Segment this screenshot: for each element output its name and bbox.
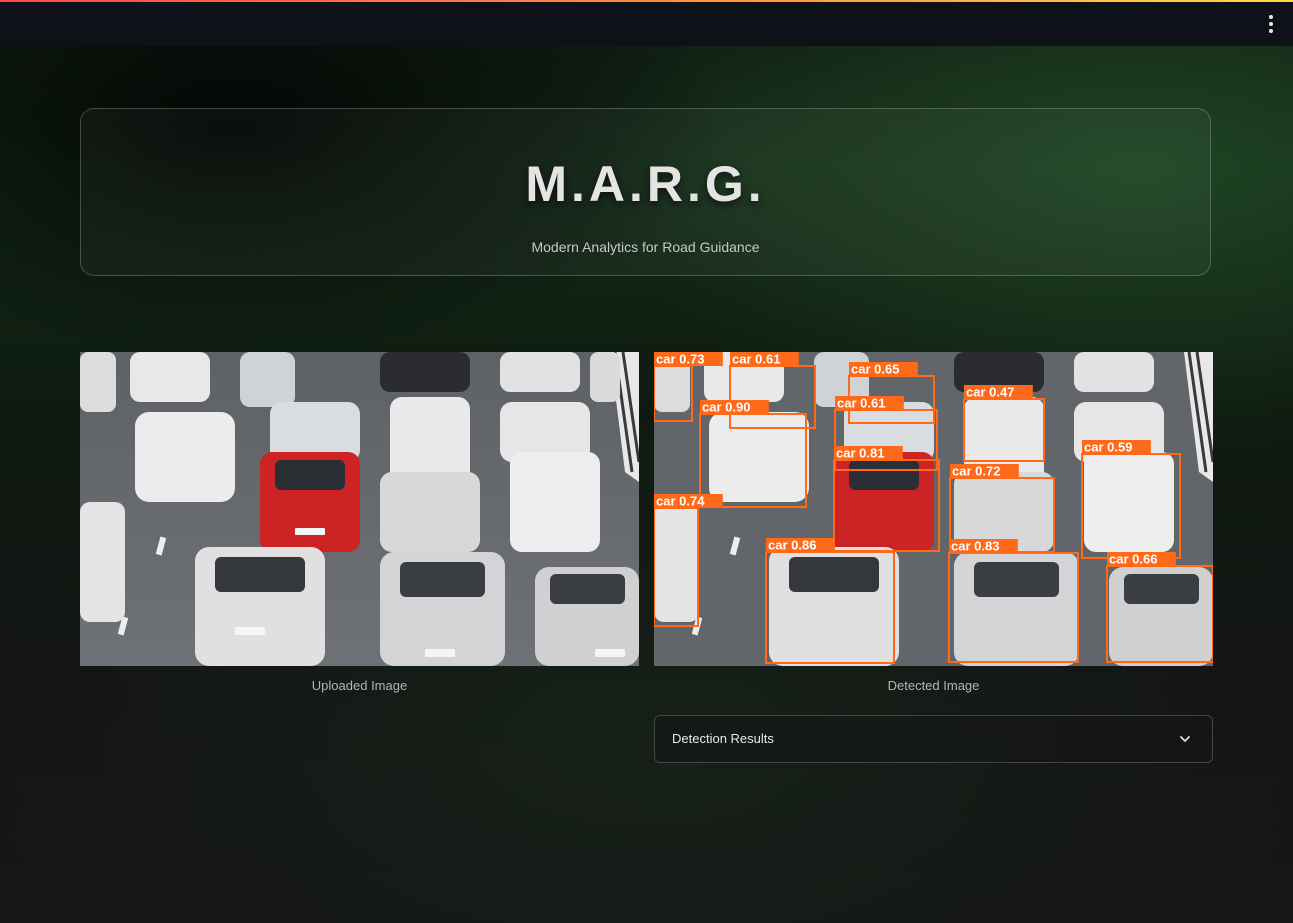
chevron-down-icon <box>1180 736 1190 742</box>
kebab-menu-icon <box>1269 15 1273 19</box>
traffic-photo <box>80 352 639 666</box>
detected-image: car 0.73 car 0.61 car 0.65 car 0.90 car 0.61… <box>654 352 1213 666</box>
detection-label: car 0.81 <box>836 446 884 461</box>
app-subtitle: Modern Analytics for Road Guidance <box>531 239 760 255</box>
detection-label: car 0.72 <box>952 464 1000 479</box>
detection-label: car 0.90 <box>702 400 750 415</box>
detection-label: car 0.74 <box>656 494 705 509</box>
main-menu-button[interactable] <box>1261 10 1281 38</box>
detection-label: car 0.59 <box>1084 440 1132 455</box>
expander-label: Detection Results <box>672 731 774 746</box>
detection-label: car 0.83 <box>951 539 999 554</box>
app-header <box>0 2 1293 46</box>
detection-label: car 0.65 <box>851 362 899 377</box>
detection-results-expander[interactable]: Detection Results <box>654 715 1213 763</box>
uploaded-image-caption: Uploaded Image <box>311 678 408 693</box>
detection-overlay: car 0.73 car 0.61 car 0.65 car 0.90 car 0.61… <box>654 352 1213 666</box>
detection-label: car 0.61 <box>732 352 780 367</box>
detection-label: car 0.66 <box>1109 552 1157 567</box>
detected-image-caption: Detected Image <box>887 678 980 693</box>
uploaded-image <box>80 352 639 666</box>
detection-label: car 0.47 <box>966 385 1014 400</box>
hero-banner: M.A.R.G. Modern Analytics for Road Guida… <box>80 108 1211 276</box>
app-title: M.A.R.G. <box>525 156 766 212</box>
detection-label: car 0.73 <box>656 352 704 367</box>
detection-label: car 0.61 <box>837 396 885 411</box>
detection-label: car 0.86 <box>768 538 816 553</box>
